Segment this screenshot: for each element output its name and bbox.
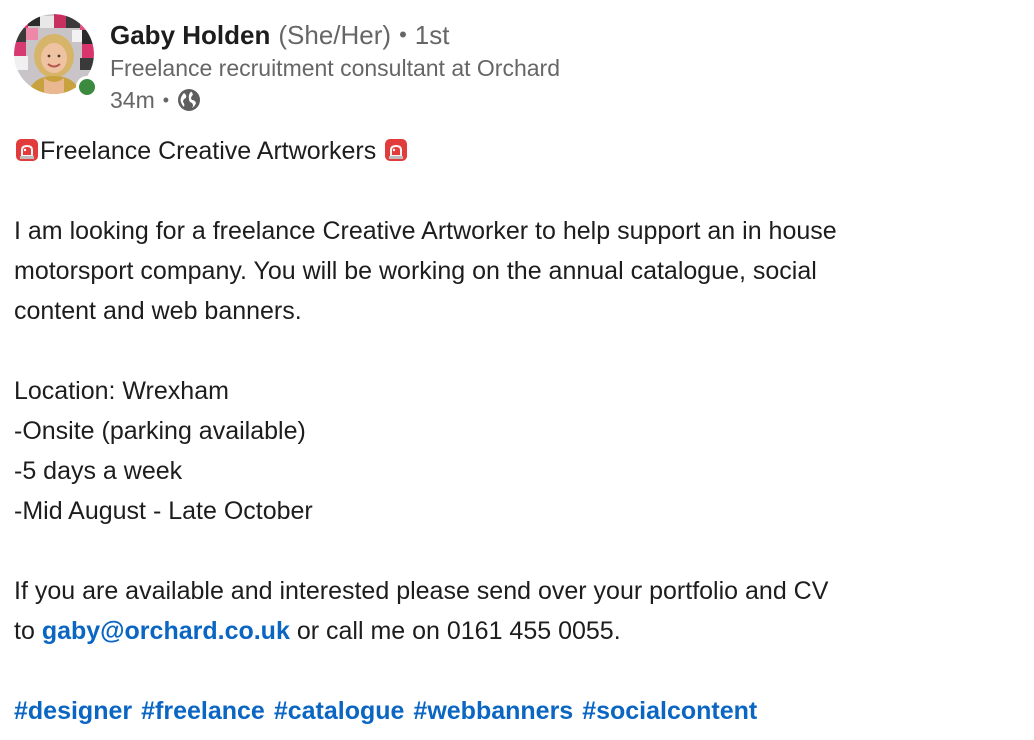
- separator-dot: •: [162, 89, 170, 110]
- author-headline: Freelance recruitment consultant at Orch…: [110, 55, 560, 81]
- contact-line: If you are available and interested plea…: [14, 577, 829, 605]
- post-meta: 34m •: [110, 84, 201, 116]
- hashtag-webbanners[interactable]: #webbanners: [413, 691, 573, 731]
- separator-dot: •: [399, 22, 407, 47]
- siren-icon: [385, 139, 408, 161]
- siren-icon: [16, 139, 38, 161]
- contact-prefix: to: [14, 617, 35, 645]
- hashtag-list: #designer #freelance #catalogue #webbann…: [14, 691, 1014, 731]
- author-pronouns: (She/Her): [278, 19, 392, 50]
- hashtag-catalogue[interactable]: #catalogue: [274, 691, 405, 731]
- detail-location: Location: Wrexham: [14, 377, 229, 405]
- post-timestamp: 34m: [110, 86, 155, 113]
- post-body: Freelance Creative Artworkers I am looki…: [14, 131, 1014, 731]
- online-status-indicator: [76, 76, 98, 98]
- globe-icon: [178, 89, 201, 111]
- paragraph-line: content and web banners.: [14, 297, 302, 325]
- post-title-line: Freelance Creative Artworkers: [14, 131, 1014, 171]
- hashtag-designer[interactable]: #designer: [14, 691, 132, 731]
- author-avatar[interactable]: [14, 14, 98, 98]
- author-line: Gaby Holden (She/Her) • 1st: [110, 17, 449, 53]
- detail-schedule: -5 days a week: [14, 457, 183, 485]
- author-name[interactable]: Gaby Holden: [110, 20, 270, 51]
- email-link[interactable]: gaby@orchard.co.uk: [42, 617, 290, 645]
- hashtag-freelance[interactable]: #freelance: [141, 691, 265, 731]
- hashtag-socialcontent[interactable]: #socialcontent: [582, 691, 757, 731]
- paragraph-line: motorsport company. You will be working …: [14, 257, 817, 285]
- feed-post: Gaby Holden (She/Her) • 1st Freelance re…: [0, 0, 1034, 740]
- contact-suffix: or call me on 0161 455 0055.: [296, 617, 621, 645]
- detail-dates: -Mid August - Late October: [14, 497, 313, 525]
- detail-onsite: -Onsite (parking available): [14, 417, 306, 445]
- connection-degree: 1st: [414, 19, 450, 50]
- contact-line-2: to gaby@orchard.co.uk or call me on 0161…: [14, 611, 1014, 651]
- paragraph-line: I am looking for a freelance Creative Ar…: [14, 217, 837, 245]
- post-title: Freelance Creative Artworkers: [40, 137, 377, 165]
